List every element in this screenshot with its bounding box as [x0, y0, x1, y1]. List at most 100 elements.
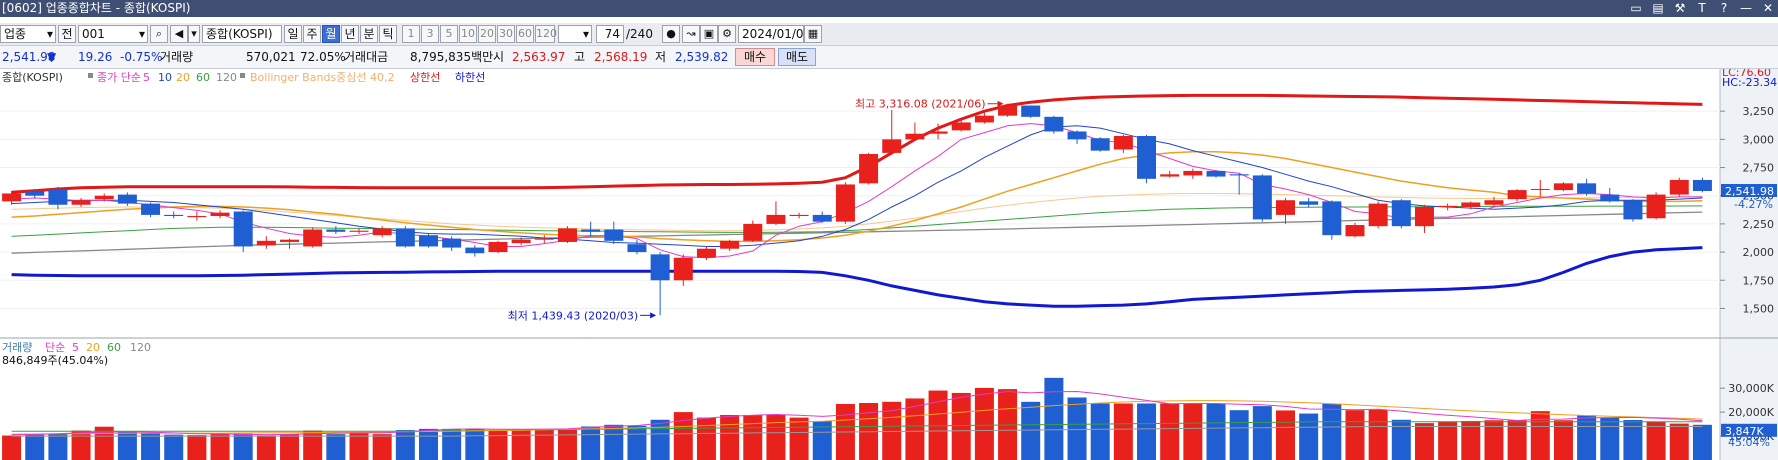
text-icon[interactable]: T — [1696, 0, 1708, 17]
volume-bar — [766, 414, 786, 460]
date-input[interactable]: 2024/01/02 — [738, 25, 804, 43]
period-week[interactable]: 주 — [303, 25, 321, 43]
legend-volume-current: 846,849주(45.04%) — [2, 354, 108, 367]
plot-background — [0, 69, 1720, 460]
volume-bar — [326, 434, 346, 460]
minimize-icon[interactable]: — — [1740, 0, 1752, 17]
link-icon[interactable]: ● — [662, 25, 680, 43]
candle-body — [71, 200, 91, 205]
chart-area[interactable]: 최고 3,316.08 (2021/06) 최저 1,439.43 (2020/0… — [0, 69, 1778, 460]
legend-volume-ma5: 5 — [72, 341, 79, 354]
restore-icon[interactable]: ▭ — [1630, 0, 1642, 17]
legend-ma60: 60 — [196, 71, 210, 84]
candle-body — [326, 229, 346, 232]
volume-bar — [465, 428, 485, 460]
amount-value: 8,795,835백만 — [410, 50, 494, 64]
legend-volume-ma20: 20 — [86, 341, 100, 354]
market-select-value: 업종 — [4, 27, 27, 41]
candle-body — [164, 214, 184, 217]
period-month[interactable]: 월 — [322, 25, 340, 43]
tool-icon[interactable]: ⚒ — [1674, 0, 1686, 17]
y-tick-label: 2,750 — [1743, 162, 1775, 175]
legend-square-icon — [240, 73, 245, 78]
save-icon[interactable]: ▣ — [700, 25, 718, 43]
volume-bar — [419, 428, 438, 460]
candle-body — [1044, 116, 1064, 132]
high-label: 고 — [574, 50, 586, 64]
candle-body — [882, 139, 902, 153]
market-select[interactable]: 업종 ▾ — [0, 25, 56, 43]
candle-body — [1414, 207, 1434, 227]
period-year[interactable]: 년 — [341, 25, 359, 43]
candle-body — [1553, 183, 1573, 191]
candle-body — [604, 229, 624, 241]
gear-icon[interactable]: ⚙ — [718, 25, 736, 43]
volume-bar — [1206, 403, 1226, 460]
candle-body — [372, 228, 392, 236]
candle-body — [534, 238, 554, 240]
candle-body — [1183, 170, 1203, 176]
close-icon[interactable]: ✕ — [1762, 0, 1774, 17]
price-pct-text: -4.27% — [1734, 198, 1773, 211]
minute-120[interactable]: 120 — [535, 25, 557, 43]
sell-button[interactable]: 매도 — [778, 48, 816, 66]
prefix-button[interactable]: 전 — [58, 25, 76, 43]
candle-body — [720, 240, 740, 249]
legend-volume-ma-label: 단순 — [45, 341, 65, 354]
chevron-down-icon: ▾ — [46, 27, 53, 41]
volume-bar — [141, 432, 161, 460]
sound-icon[interactable]: ◀ — [170, 25, 188, 43]
candle-body — [187, 216, 207, 218]
candle-body — [419, 235, 438, 247]
volume-bar — [71, 430, 91, 460]
info-bar: 2,541.98 ▼ 19.26 -0.75% 거래량 570,021 72.0… — [0, 46, 1778, 69]
candle-body — [233, 211, 253, 247]
period-tick[interactable]: 틱 — [379, 25, 397, 43]
candle-body — [94, 195, 114, 200]
volume-bar — [743, 414, 763, 460]
help-icon[interactable]: ? — [1718, 0, 1730, 17]
legend-volume-name: 거래량 — [2, 341, 32, 354]
candle-body — [303, 229, 323, 247]
chevron-down-icon[interactable]: ▾ — [188, 25, 200, 43]
chevron-down-icon: ▾ — [138, 27, 145, 41]
minute-20[interactable]: 20 — [478, 25, 496, 43]
window-title: [0602] 업종종합차트 - 종합(KOSPI) — [2, 1, 191, 15]
volume-bar — [974, 387, 994, 460]
candle-body — [349, 230, 369, 232]
y-tick-label: 2,250 — [1743, 218, 1775, 231]
minute-60[interactable]: 60 — [516, 25, 534, 43]
candle-body — [1438, 205, 1458, 207]
minute-30[interactable]: 30 — [497, 25, 515, 43]
price-badge-text: 2,541.98 — [1725, 185, 1774, 198]
buy-button[interactable]: 매수 — [735, 48, 775, 66]
minute-3[interactable]: 3 — [421, 25, 439, 43]
candle-body — [511, 239, 531, 244]
volume-bar — [2, 435, 22, 460]
legend-ma20: 20 — [176, 71, 190, 84]
period-day[interactable]: 일 — [284, 25, 302, 43]
volume-pct-text: 45.04% — [1728, 436, 1770, 449]
chart-tool-icon[interactable]: ↝ — [682, 25, 700, 43]
annotation-text: 최고 3,316.08 (2021/06) — [855, 98, 986, 111]
candle-body — [117, 194, 137, 204]
volume-bar — [1160, 403, 1180, 460]
search-icon[interactable]: ⌕ — [150, 25, 168, 43]
minute-custom-select[interactable]: ▾ — [558, 25, 592, 43]
minute-5[interactable]: 5 — [440, 25, 458, 43]
period-minute[interactable]: 분 — [360, 25, 378, 43]
volume-bar — [1530, 411, 1550, 460]
candle-body — [650, 254, 670, 281]
tile-icon[interactable]: ▤ — [1652, 0, 1664, 17]
candle-body — [1090, 138, 1110, 151]
minute-10[interactable]: 10 — [459, 25, 477, 43]
minute-1[interactable]: 1 — [402, 25, 420, 43]
candle-body — [812, 214, 832, 222]
calendar-icon[interactable]: ▦ — [804, 25, 822, 43]
legend-lower-label: 하한선 — [455, 70, 485, 84]
code-input[interactable]: 001 ▾ — [78, 25, 148, 43]
high-value: 2,568.19 — [594, 50, 648, 64]
volume-bar — [395, 430, 415, 460]
count-input[interactable]: 74 — [596, 25, 624, 43]
low-value: 2,539.82 — [675, 50, 729, 64]
